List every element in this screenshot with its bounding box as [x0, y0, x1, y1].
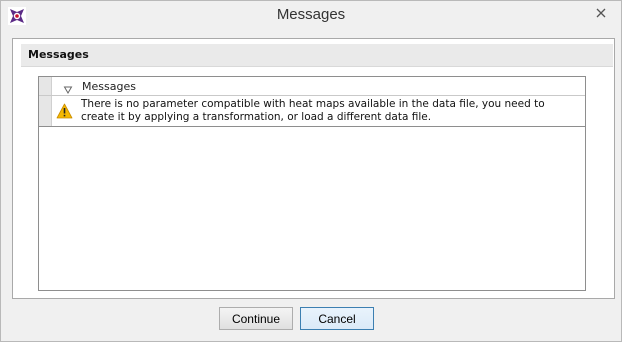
close-button[interactable]	[587, 2, 615, 24]
panel-header-label: Messages	[28, 48, 89, 61]
title-bar: Messages	[1, 1, 621, 31]
list-header[interactable]: Messages	[39, 77, 585, 96]
continue-button[interactable]: Continue	[219, 307, 293, 330]
message-text: There is no parameter compatible with he…	[81, 98, 545, 123]
messages-dialog: Messages Messages Messages There is no p…	[0, 0, 622, 342]
warning-icon	[56, 103, 73, 119]
list-item[interactable]: There is no parameter compatible with he…	[39, 96, 585, 127]
window-title: Messages	[276, 6, 346, 23]
messages-list[interactable]: Messages There is no parameter compatibl…	[38, 76, 586, 291]
cancel-button[interactable]: Cancel	[300, 307, 374, 330]
row-header-gutter	[39, 77, 52, 95]
sort-triangle-icon[interactable]	[63, 80, 73, 94]
close-icon	[596, 8, 606, 18]
row-gutter	[39, 96, 52, 126]
column-header-messages[interactable]: Messages	[82, 80, 136, 93]
panel-header: Messages	[21, 44, 613, 67]
messages-panel: Messages Messages There is no parameter …	[12, 38, 615, 299]
